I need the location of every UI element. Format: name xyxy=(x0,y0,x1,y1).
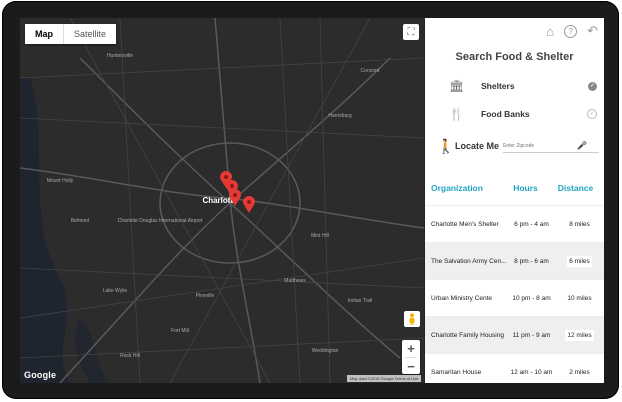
panel-toolbar: ⌂ ? ↶ xyxy=(546,23,598,39)
filter-shelters[interactable]: 🏛 Shelters ✓ xyxy=(449,78,597,94)
map-place-label: Matthews xyxy=(284,278,306,284)
list-item[interactable]: Charlotte Family Housing 11 pm - 9 am 12… xyxy=(425,316,604,353)
back-icon[interactable]: ↶ xyxy=(587,23,598,39)
distance: 12 miles xyxy=(565,329,594,341)
hours: 10 pm - 8 am xyxy=(512,294,551,302)
microphone-icon[interactable]: 🎤 xyxy=(577,141,587,150)
map-attribution[interactable]: Map data ©2016 Google Terms of Use xyxy=(347,375,422,382)
hours: 11 pm - 9 am xyxy=(512,331,551,339)
help-icon[interactable]: ? xyxy=(564,24,578,38)
person-pin-icon[interactable]: 🚶 xyxy=(437,138,455,155)
distance: 2 miles xyxy=(567,366,592,378)
map-type-toggle: Map Satellite xyxy=(25,24,117,44)
map-place-label: Belmont xyxy=(70,218,90,224)
list-item[interactable]: The Salvation Army Cen... 8 pm - 6 am 6 … xyxy=(425,242,604,279)
map-place-label: Lake Wylie xyxy=(102,288,128,294)
screen: Huntersville Concord Harrisburg Mount Ho… xyxy=(20,18,604,383)
organization-name: Charlotte Family Housing xyxy=(431,331,504,339)
zoom-control: + − xyxy=(402,340,420,374)
page-title: Search Food & Shelter xyxy=(455,51,574,63)
map-place-label: Harrisburg xyxy=(328,113,352,119)
hours: 6 pm - 4 am xyxy=(514,220,549,228)
utensils-icon: 🍴 xyxy=(449,107,464,121)
checked-icon[interactable]: ✓ xyxy=(588,81,597,91)
street-view-pegman-button[interactable] xyxy=(404,311,420,327)
distance: 6 miles xyxy=(567,255,592,267)
organization-name: Charlotte Men's Shelter xyxy=(431,220,499,228)
zoom-in-button[interactable]: + xyxy=(402,340,420,357)
zipcode-field: 🎤 xyxy=(503,140,599,153)
tablet-frame: Huntersville Concord Harrisburg Mount Ho… xyxy=(2,1,619,399)
fullscreen-icon: ⛶ xyxy=(407,26,415,38)
locate-me-row: 🚶 Locate Me 🎤 xyxy=(437,134,599,158)
list-item[interactable]: Charlotte Men's Shelter 6 pm - 4 am 8 mi… xyxy=(425,205,604,242)
map-place-label: Mint Hill xyxy=(311,233,329,239)
filter-label: Food Banks xyxy=(481,109,530,119)
map-place-label: Weddington xyxy=(311,348,339,354)
map[interactable]: Huntersville Concord Harrisburg Mount Ho… xyxy=(20,18,424,383)
map-marker-icon[interactable] xyxy=(229,189,241,207)
map-place-label: Mount Holly xyxy=(46,178,74,184)
zipcode-input[interactable] xyxy=(503,142,577,149)
organization-name: Samaritan House xyxy=(431,368,482,376)
map-place-label: Concord xyxy=(360,68,380,74)
list-item[interactable]: Urban Ministry Cente 10 pm - 8 am 10 mil… xyxy=(425,279,604,316)
map-type-satellite-button[interactable]: Satellite xyxy=(64,24,117,44)
organization-name: Urban Ministry Cente xyxy=(431,294,493,302)
map-place-label: Indian Trail xyxy=(347,298,373,304)
results-list: Charlotte Men's Shelter 6 pm - 4 am 8 mi… xyxy=(425,205,604,383)
results-header: Organization Hours Distance xyxy=(425,181,604,195)
hours: 12 am - 10 am xyxy=(510,368,553,376)
zoom-out-button[interactable]: − xyxy=(402,358,420,375)
column-organization[interactable]: Organization xyxy=(425,183,504,193)
map-marker-icon[interactable] xyxy=(243,196,255,214)
building-icon: 🏛 xyxy=(449,79,465,93)
unchecked-icon[interactable]: ✓ xyxy=(587,109,597,119)
hours: 8 pm - 6 am xyxy=(514,257,549,265)
column-hours[interactable]: Hours xyxy=(504,183,547,193)
filter-label: Shelters xyxy=(481,81,515,91)
map-place-label: Charlotte Douglas International Airport xyxy=(117,218,203,224)
map-place-label: Huntersville xyxy=(106,53,134,59)
google-logo: Google xyxy=(24,370,57,380)
map-place-label: Pineville xyxy=(195,293,215,299)
pegman-icon xyxy=(409,313,415,325)
distance: 10 miles xyxy=(565,292,594,304)
list-item[interactable]: Samaritan House 12 am - 10 am 2 miles xyxy=(425,353,604,383)
locate-me-label[interactable]: Locate Me xyxy=(455,141,503,151)
map-place-label: Fort Mill xyxy=(171,328,189,334)
distance: 8 miles xyxy=(567,218,592,230)
filter-food-banks[interactable]: 🍴 Food Banks ✓ xyxy=(449,106,597,122)
organization-name: The Salvation Army Cen... xyxy=(431,257,507,265)
column-distance[interactable]: Distance xyxy=(547,183,604,193)
map-place-label: Rock Hill xyxy=(120,353,140,359)
home-icon[interactable]: ⌂ xyxy=(546,24,554,39)
fullscreen-button[interactable]: ⛶ xyxy=(403,24,419,40)
search-panel: ⌂ ? ↶ Search Food & Shelter 🏛 Shelters ✓… xyxy=(425,18,604,383)
map-type-map-button[interactable]: Map xyxy=(25,24,63,44)
